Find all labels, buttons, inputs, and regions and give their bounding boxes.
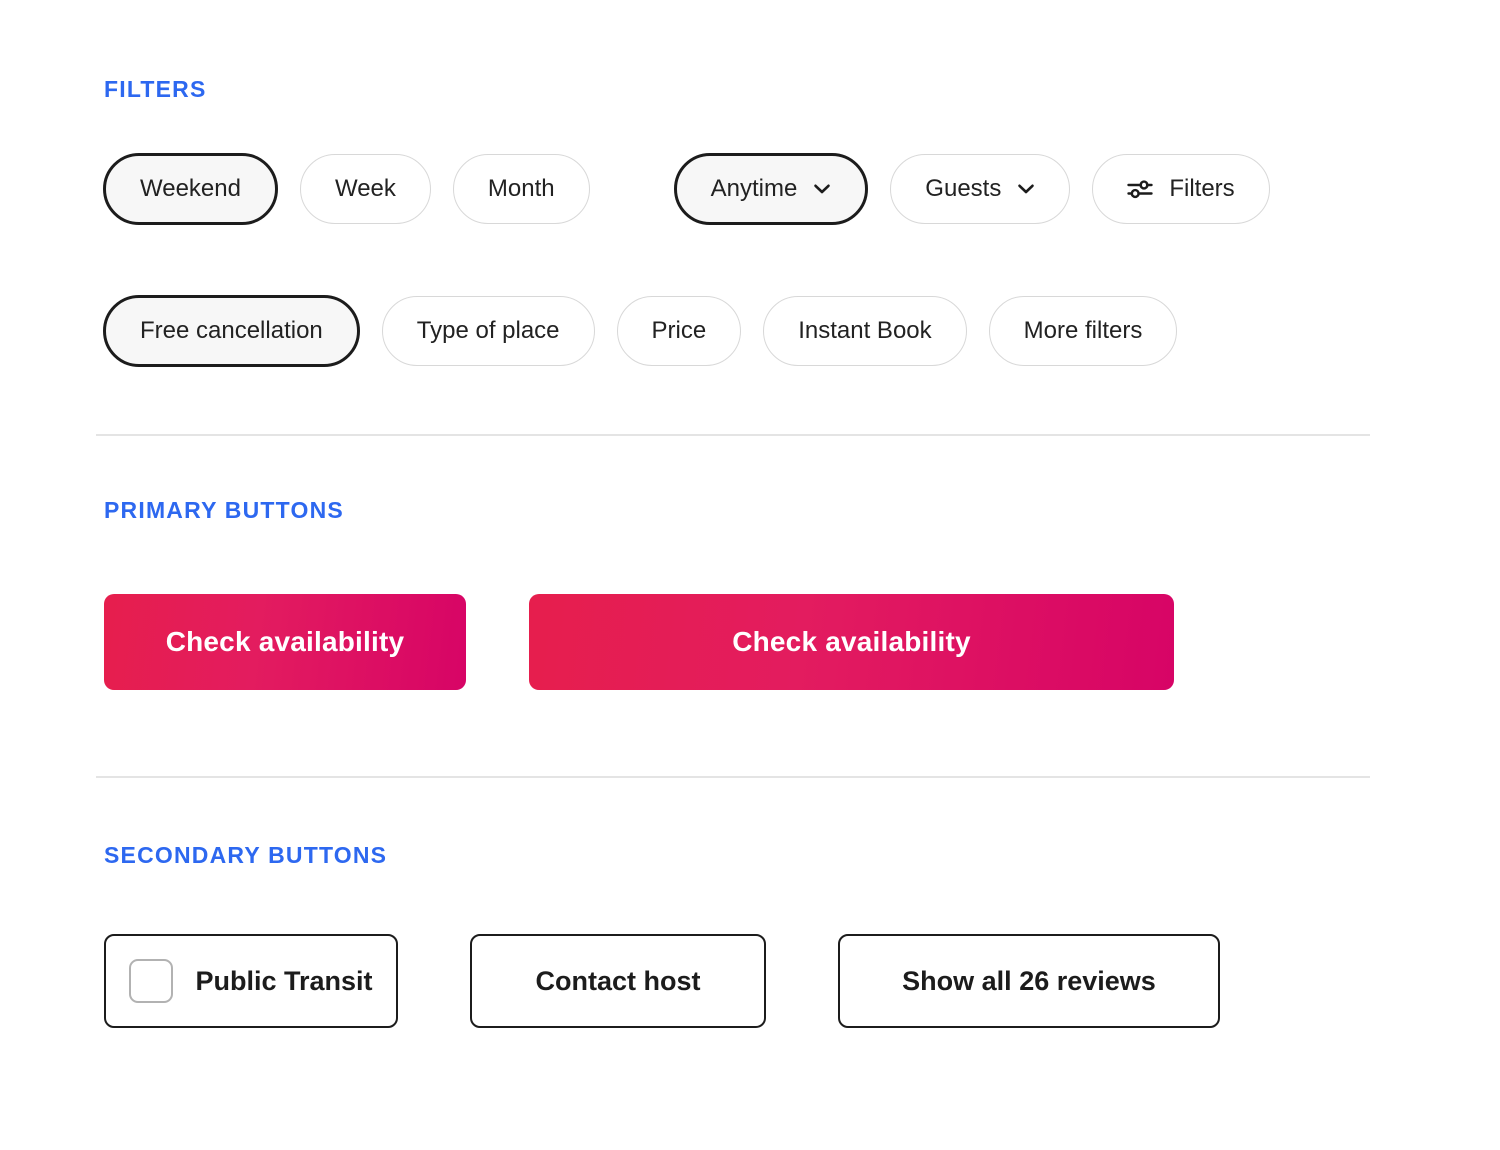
secondary-button-label: Show all 26 reviews <box>902 965 1156 996</box>
section-heading-primary-buttons: PRIMARY BUTTONS <box>104 497 344 523</box>
filter-pill-more-filters[interactable]: More filters <box>988 296 1178 366</box>
check-availability-button-wide[interactable]: Check availability <box>529 594 1174 690</box>
filter-pill-free-cancellation[interactable]: Free cancellation <box>103 295 360 367</box>
filter-pill-label: Guests <box>925 175 1002 202</box>
filter-pill-anytime[interactable]: Anytime <box>673 153 869 225</box>
filter-pill-instant-book[interactable]: Instant Book <box>763 296 967 366</box>
filter-pill-row-secondary: Free cancellation Type of place Price In… <box>103 295 1199 367</box>
filter-pill-label: Price <box>651 317 707 344</box>
secondary-button-label: Public Transit <box>195 965 373 996</box>
section-divider <box>96 434 1370 436</box>
filter-pill-price[interactable]: Price <box>616 296 742 366</box>
chevron-down-icon <box>1017 180 1035 198</box>
filter-pill-label: Week <box>334 175 396 202</box>
filter-pill-label: Type of place <box>416 317 560 344</box>
filter-pill-month[interactable]: Month <box>452 154 590 224</box>
filter-pill-label: Filters <box>1169 175 1235 202</box>
chevron-down-icon <box>813 180 831 198</box>
checkbox-unchecked-icon[interactable] <box>129 959 174 1003</box>
sliders-icon <box>1127 178 1154 200</box>
show-all-reviews-button[interactable]: Show all 26 reviews <box>838 934 1220 1028</box>
filter-pill-label: Instant Book <box>798 317 932 344</box>
filter-pill-week[interactable]: Week <box>299 154 431 224</box>
check-availability-button-compact[interactable]: Check availability <box>104 594 466 690</box>
filter-pill-guests[interactable]: Guests <box>890 154 1071 224</box>
contact-host-button[interactable]: Contact host <box>470 934 766 1028</box>
filter-pill-label: Month <box>487 175 555 202</box>
design-system-page: FILTERS Weekend Week Month Anytime Guest… <box>0 0 1500 1150</box>
section-heading-filters: FILTERS <box>104 76 207 102</box>
filter-pill-label: Anytime <box>710 175 798 202</box>
filter-pill-weekend[interactable]: Weekend <box>103 153 278 225</box>
filter-pill-label: More filters <box>1023 317 1143 344</box>
filter-pill-filters[interactable]: Filters <box>1092 154 1270 224</box>
filter-pill-row-primary: Weekend Week Month Anytime Guests Filter… <box>103 153 1292 225</box>
section-divider <box>96 776 1370 778</box>
public-transit-toggle-button[interactable]: Public Transit <box>104 934 398 1028</box>
filter-pill-label: Weekend <box>140 175 241 202</box>
secondary-button-label: Contact host <box>535 965 701 996</box>
filter-pill-label: Free cancellation <box>140 317 323 344</box>
filter-pill-type-of-place[interactable]: Type of place <box>381 296 595 366</box>
section-heading-secondary-buttons: SECONDARY BUTTONS <box>104 842 388 868</box>
